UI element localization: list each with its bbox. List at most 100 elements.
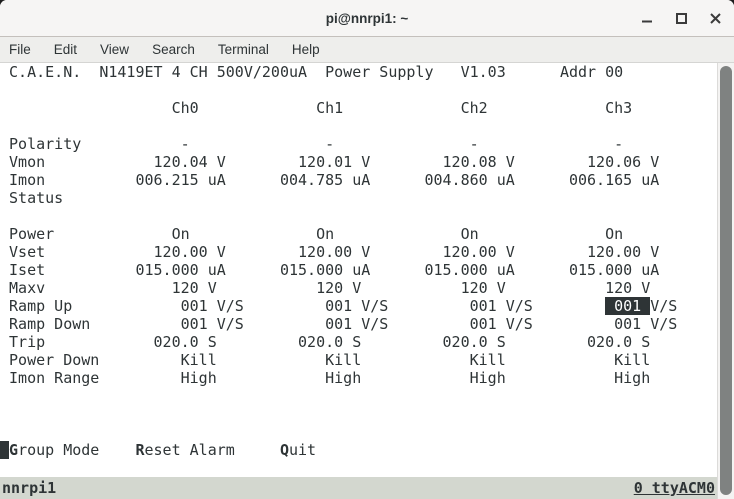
terminal-screen[interactable]: C.A.E.N. N1419ET 4 CH 500V/200uA Power S… [0,63,717,477]
row-label-status: Status [9,189,63,207]
row-label-vmon: Vmon [9,153,45,171]
terminal-line [0,117,717,135]
maxv-ch0: 120 V [172,279,217,297]
titlebar[interactable]: pi@nnrpi1: ~ [0,0,734,37]
header-product: Power Supply [325,63,433,81]
terminal-area: C.A.E.N. N1419ET 4 CH 500V/200uA Power S… [0,63,717,499]
col-header-ch3: Ch3 [605,99,632,117]
polarity-ch3: - [614,135,623,153]
row-label-trip: Trip [9,333,45,351]
power-ch0: On [172,225,190,243]
ramp-down-ch2: 001 V/S [470,315,533,333]
row-label-polarity: Polarity [9,135,81,153]
row-label-maxv: Maxv [9,279,45,297]
polarity-ch2: - [470,135,479,153]
cursor-block [0,441,9,459]
menu-terminal[interactable]: Terminal [211,39,276,60]
action-group-mode-label[interactable]: roup Mode [18,441,99,459]
terminal-line: Imon Range High High High High [0,369,717,387]
terminal-line [0,405,717,423]
vmon-ch1: 120.01 V [298,153,370,171]
action-group-mode-key[interactable]: G [9,441,18,459]
row-label-imon-range: Imon Range [9,369,99,387]
terminal-line: Iset 015.000 uA 015.000 uA 015.000 uA 01… [0,261,717,279]
action-quit-key[interactable]: Q [280,441,289,459]
imon-ch2: 004.860 uA [424,171,514,189]
ramp-up-ch1: 001 V/S [325,297,388,315]
terminal-line [0,207,717,225]
vset-ch2: 120.00 V [443,243,515,261]
window-content: C.A.E.N. N1419ET 4 CH 500V/200uA Power S… [0,63,734,499]
imon-ch0: 006.215 uA [135,171,225,189]
imon-range-ch3: High [614,369,650,387]
header-model: N1419ET 4 CH 500V/200uA [99,63,307,81]
polarity-ch1: - [325,135,334,153]
col-header-ch2: Ch2 [461,99,488,117]
menu-edit[interactable]: Edit [47,39,84,60]
statusbar-tty: 0 ttyACM0 [634,479,715,497]
power-down-ch3: Kill [614,351,650,369]
header-brand: C.A.E.N. [9,63,81,81]
ramp-up-ch3-selected[interactable]: 001 [605,297,650,315]
imon-range-ch2: High [470,369,506,387]
maxv-ch2: 120 V [461,279,506,297]
action-quit-label[interactable]: uit [289,441,316,459]
trip-ch1: 020.0 S [298,333,361,351]
header-version: V1.03 [461,63,506,81]
menu-file[interactable]: File [2,39,38,60]
iset-ch2: 015.000 uA [424,261,514,279]
row-label-iset: Iset [9,261,45,279]
power-ch1: On [316,225,334,243]
terminal-line: Status [0,189,717,207]
minimize-icon[interactable] [641,12,654,25]
menu-view[interactable]: View [93,39,136,60]
header-address: Addr 00 [560,63,623,81]
terminal-statusbar: nnrpi1 0 ttyACM0 [0,477,717,499]
trip-ch2: 020.0 S [443,333,506,351]
maxv-ch1: 120 V [316,279,361,297]
maxv-ch3: 120 V [605,279,650,297]
terminal-line: C.A.E.N. N1419ET 4 CH 500V/200uA Power S… [0,63,717,81]
terminal-line: Power On On On On [0,225,717,243]
row-label-power: Power [9,225,54,243]
maximize-icon[interactable] [675,12,688,25]
terminal-line [0,459,717,477]
imon-ch3: 006.165 uA [569,171,659,189]
trip-ch0: 020.0 S [154,333,217,351]
terminal-line: Imon 006.215 uA 004.785 uA 004.860 uA 00… [0,171,717,189]
action-reset-alarm-label[interactable]: eset Alarm [145,441,235,459]
window-title: pi@nnrpi1: ~ [0,11,734,26]
power-down-ch2: Kill [470,351,506,369]
vset-ch3: 120.00 V [587,243,659,261]
scrollbar-track[interactable] [717,63,734,499]
action-reset-alarm-key[interactable]: R [135,441,144,459]
terminal-line: Vmon 120.04 V 120.01 V 120.08 V 120.06 V [0,153,717,171]
terminal-line: Trip 020.0 S 020.0 S 020.0 S 020.0 S [0,333,717,351]
polarity-ch0: - [181,135,190,153]
terminal-line [0,81,717,99]
row-label-power-down: Power Down [9,351,99,369]
menu-search[interactable]: Search [145,39,202,60]
statusbar-hostname: nnrpi1 [2,479,56,497]
scrollbar-thumb[interactable] [720,66,732,495]
trip-ch3: 020.0 S [587,333,650,351]
vmon-ch0: 120.04 V [154,153,226,171]
col-header-ch1: Ch1 [316,99,343,117]
imon-ch1: 004.785 uA [280,171,370,189]
iset-ch1: 015.000 uA [280,261,370,279]
terminal-line [0,423,717,441]
close-icon[interactable] [709,12,722,25]
terminal-line: Ch0 Ch1 Ch2 Ch3 [0,99,717,117]
power-ch2: On [461,225,479,243]
terminal-line: Ramp Up 001 V/S 001 V/S 001 V/S 001 V/S [0,297,717,315]
row-label-ramp-up: Ramp Up [9,297,72,315]
window-controls [641,12,734,25]
terminal-line: Ramp Down 001 V/S 001 V/S 001 V/S 001 V/… [0,315,717,333]
ramp-up-ch2: 001 V/S [470,297,533,315]
ramp-down-ch3: 001 V/S [614,315,677,333]
vmon-ch3: 120.06 V [587,153,659,171]
terminal-line: Group Mode Reset Alarm Quit [0,441,717,459]
terminal-line: Power Down Kill Kill Kill Kill [0,351,717,369]
menu-help[interactable]: Help [285,39,327,60]
power-down-ch0: Kill [181,351,217,369]
